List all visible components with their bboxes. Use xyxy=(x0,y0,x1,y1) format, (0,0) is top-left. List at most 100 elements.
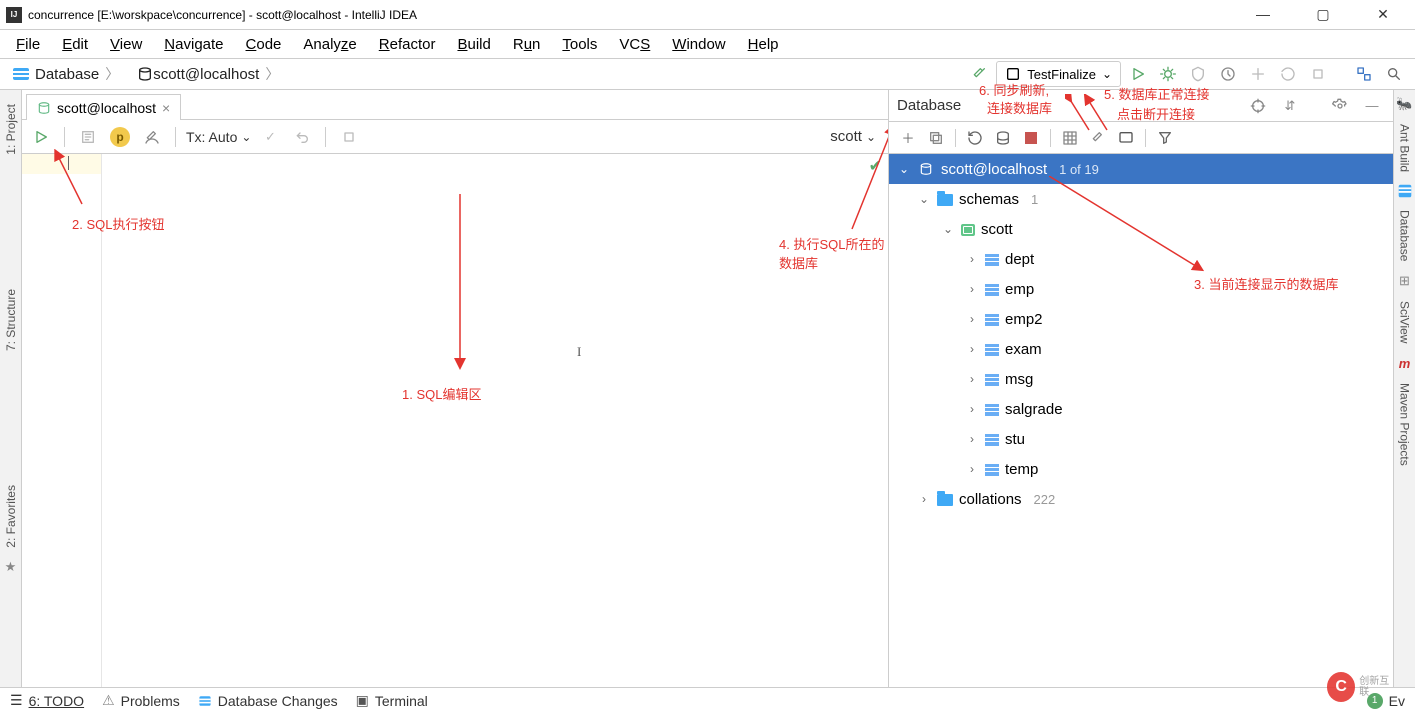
status-problems[interactable]: ⚠Problems xyxy=(102,692,180,709)
db-collapse-icon[interactable]: ⇵ xyxy=(1277,93,1303,119)
maximize-button[interactable]: ▢ xyxy=(1303,6,1343,23)
chevron-right-icon: 〉 xyxy=(265,64,279,84)
tree-node-table[interactable]: › msg xyxy=(889,364,1393,394)
expand-icon[interactable]: › xyxy=(965,432,979,446)
sciview-tool-tab[interactable]: SciView xyxy=(1396,295,1414,349)
stop-button[interactable] xyxy=(1305,61,1331,87)
status-terminal[interactable]: ▣Terminal xyxy=(356,692,428,709)
db-refresh-button[interactable] xyxy=(962,125,988,151)
expand-icon[interactable]: › xyxy=(965,282,979,296)
db-sync-button[interactable] xyxy=(990,125,1016,151)
p-badge-button[interactable]: p xyxy=(107,124,133,150)
tree-node-table[interactable]: ›stu xyxy=(889,424,1393,454)
tree-node-table[interactable]: ›exam xyxy=(889,334,1393,364)
tree-node-label: emp xyxy=(1005,281,1034,298)
execute-sql-button[interactable] xyxy=(28,124,54,150)
tree-node-table[interactable]: ›salgrade xyxy=(889,394,1393,424)
menu-file[interactable]: File xyxy=(6,34,50,55)
expand-icon[interactable]: › xyxy=(965,462,979,476)
tree-node-label: msg xyxy=(1005,371,1033,388)
expand-icon[interactable]: › xyxy=(965,372,979,386)
breadcrumb-database[interactable]: Database 〉 xyxy=(4,60,128,88)
profile-button[interactable] xyxy=(1215,61,1241,87)
favorites-tool-tab[interactable]: 2: Favorites xyxy=(2,479,20,554)
tree-node-table[interactable]: › emp xyxy=(889,274,1393,304)
menu-edit[interactable]: Edit xyxy=(52,34,98,55)
db-filter-button[interactable] xyxy=(1152,125,1178,151)
menu-vcs[interactable]: VCS xyxy=(609,34,660,55)
project-tool-icon xyxy=(4,167,18,181)
run-config-icon xyxy=(1005,66,1021,82)
tree-node-schemas[interactable]: ⌄ schemas 1 xyxy=(889,184,1393,214)
rerun-button[interactable] xyxy=(1275,61,1301,87)
tx-mode-selector[interactable]: Tx: Auto⌄ xyxy=(186,129,251,145)
rollback-button[interactable] xyxy=(289,124,315,150)
expand-icon[interactable]: › xyxy=(917,492,931,506)
menu-view[interactable]: View xyxy=(100,34,152,55)
tree-node-collations[interactable]: › collations 222 xyxy=(889,484,1393,514)
tree-node-count: 1 of 19 xyxy=(1059,162,1099,177)
run-config-selector[interactable]: TestFinalize ⌄ xyxy=(996,61,1121,87)
cancel-query-button[interactable] xyxy=(336,124,362,150)
db-tableview-button[interactable] xyxy=(1057,125,1083,151)
tree-node-table[interactable]: ›temp xyxy=(889,454,1393,484)
menu-analyze[interactable]: Analyze xyxy=(293,34,366,55)
menu-window[interactable]: Window xyxy=(662,34,735,55)
attach-button[interactable] xyxy=(1245,61,1271,87)
menu-build[interactable]: Build xyxy=(447,34,500,55)
db-hide-icon[interactable]: — xyxy=(1359,93,1385,119)
db-disconnect-button[interactable] xyxy=(1018,125,1044,151)
menu-navigate[interactable]: Navigate xyxy=(154,34,233,55)
db-settings-icon[interactable] xyxy=(1327,93,1353,119)
minimize-button[interactable]: — xyxy=(1243,6,1283,23)
menu-refactor[interactable]: Refactor xyxy=(369,34,446,55)
close-button[interactable]: ✕ xyxy=(1363,6,1403,23)
watermark-icon: C xyxy=(1327,672,1355,702)
expand-icon[interactable]: › xyxy=(965,402,979,416)
expand-icon[interactable]: ⌄ xyxy=(917,192,931,206)
build-button[interactable] xyxy=(966,61,992,87)
tree-node-table[interactable]: › emp2 xyxy=(889,304,1393,334)
git-button[interactable] xyxy=(1351,61,1377,87)
project-tool-tab[interactable]: 1: Project xyxy=(2,98,20,161)
db-edit-button[interactable] xyxy=(1085,125,1111,151)
expand-icon[interactable]: ⌄ xyxy=(941,222,955,236)
run-button[interactable] xyxy=(1125,61,1151,87)
tree-node-label: emp2 xyxy=(1005,311,1043,328)
db-duplicate-button[interactable] xyxy=(923,125,949,151)
sql-editor[interactable]: ✔ 1. SQL编辑区 2. SQL执行按钮 4. 执行SQL所在的数据库 I xyxy=(102,154,888,687)
breadcrumb-connection[interactable]: scott@localhost 〉 xyxy=(128,60,288,88)
menu-code[interactable]: Code xyxy=(236,34,292,55)
maven-tool-tab[interactable]: Maven Projects xyxy=(1396,377,1414,472)
debug-button[interactable] xyxy=(1155,61,1181,87)
db-target-icon[interactable] xyxy=(1245,93,1271,119)
menu-run[interactable]: Run xyxy=(503,34,551,55)
expand-icon[interactable]: › xyxy=(965,252,979,266)
tree-node-schema-scott[interactable]: ⌄ scott xyxy=(889,214,1393,244)
close-tab-icon[interactable]: × xyxy=(162,100,170,116)
editor-tab-connection[interactable]: scott@localhost × xyxy=(26,94,181,120)
database-tool-tab[interactable]: Database xyxy=(1396,204,1414,267)
schema-selector[interactable]: scott⌄ xyxy=(830,128,876,145)
tree-root-connection[interactable]: ⌄ scott@localhost 1 of 19 xyxy=(889,154,1393,184)
expand-icon[interactable]: › xyxy=(965,342,979,356)
ant-tool-tab[interactable]: Ant Build xyxy=(1396,118,1414,178)
database-panel-title: Database xyxy=(897,97,961,114)
menu-help[interactable]: Help xyxy=(738,34,789,55)
status-db-changes[interactable]: Database Changes xyxy=(198,693,338,709)
commit-button[interactable]: ✓ xyxy=(257,124,283,150)
search-button[interactable] xyxy=(1381,61,1407,87)
database-icon xyxy=(13,68,29,80)
db-console-button[interactable] xyxy=(1113,125,1139,151)
settings-tool-button[interactable] xyxy=(139,124,165,150)
expand-icon[interactable]: ⌄ xyxy=(897,162,911,176)
structure-tool-tab[interactable]: 7: Structure xyxy=(2,283,20,357)
inspection-ok-icon: ✔ xyxy=(869,156,882,176)
expand-icon[interactable]: › xyxy=(965,312,979,326)
coverage-button[interactable] xyxy=(1185,61,1211,87)
menu-tools[interactable]: Tools xyxy=(552,34,607,55)
db-add-button[interactable]: ＋ xyxy=(895,125,921,151)
status-todo[interactable]: ☰6: TODO xyxy=(10,692,84,709)
explain-plan-button[interactable] xyxy=(75,124,101,150)
tree-node-table[interactable]: ›dept xyxy=(889,244,1393,274)
